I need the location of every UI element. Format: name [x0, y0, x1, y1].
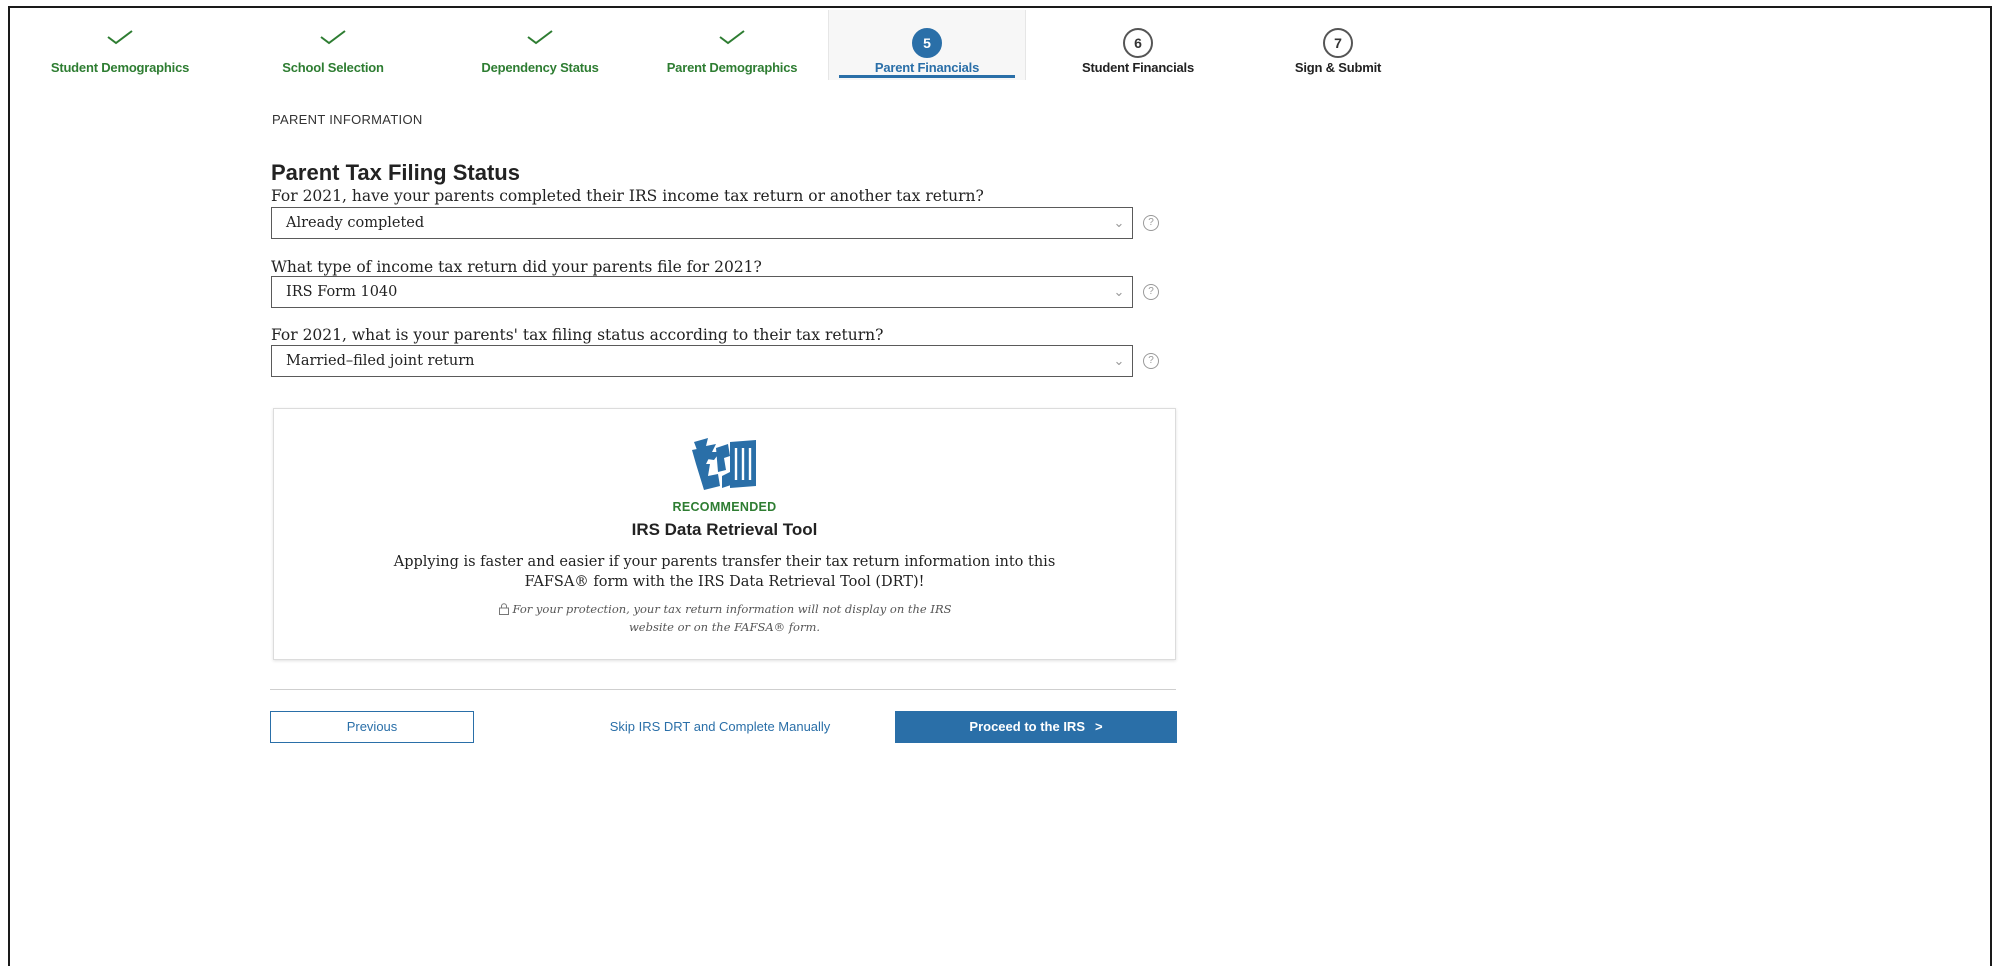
- question-label-tax-return-type: What type of income tax return did your …: [271, 258, 762, 276]
- step-number-badge: 5: [912, 28, 942, 58]
- step-sign-submit[interactable]: 7 Sign & Submit: [1238, 10, 1438, 80]
- check-icon: [20, 28, 220, 46]
- divider: [270, 689, 1176, 690]
- select-value: Married–filed joint return: [286, 353, 475, 369]
- check-icon: [632, 28, 832, 46]
- step-number-badge: 7: [1323, 28, 1353, 58]
- question-label-filing-status: For 2021, what is your parents' tax fili…: [271, 326, 884, 344]
- card-description-line: Applying is faster and easier if your pa…: [393, 554, 1056, 570]
- question-label-tax-return-completed: For 2021, have your parents completed th…: [271, 187, 984, 205]
- card-note-line: For your protection, your tax return inf…: [512, 602, 952, 616]
- card-eyebrow: RECOMMENDED: [672, 500, 777, 514]
- select-filing-status[interactable]: Married–filed joint return ⌄: [271, 345, 1133, 377]
- step-student-demographics[interactable]: Student Demographics: [20, 10, 220, 80]
- chevron-down-icon: ⌄: [1113, 215, 1125, 230]
- help-icon[interactable]: ?: [1143, 353, 1159, 369]
- select-tax-return-type[interactable]: IRS Form 1040 ⌄: [271, 276, 1133, 308]
- step-school-selection[interactable]: School Selection: [238, 10, 428, 80]
- step-parent-financials[interactable]: 5 Parent Financials: [828, 10, 1026, 80]
- step-label: Student Demographics: [50, 60, 190, 75]
- chevron-down-icon: ⌄: [1113, 353, 1125, 368]
- card-note-line: website or on the FAFSA® form.: [628, 620, 821, 634]
- step-label: Parent Demographics: [666, 60, 798, 75]
- card-title: IRS Data Retrieval Tool: [631, 520, 818, 539]
- current-step-indicator: [839, 75, 1015, 78]
- chevron-down-icon: ⌄: [1113, 284, 1125, 299]
- progress-stepper: Student Demographics School Selection De…: [10, 10, 1990, 80]
- check-icon: [238, 28, 428, 46]
- step-student-financials[interactable]: 6 Student Financials: [1038, 10, 1238, 80]
- card-description-line: FAFSA® form with the IRS Data Retrieval …: [524, 574, 925, 590]
- step-label: School Selection: [282, 60, 384, 75]
- step-label: Sign & Submit: [1294, 60, 1382, 75]
- previous-button[interactable]: Previous: [270, 711, 474, 743]
- help-icon[interactable]: ?: [1143, 284, 1159, 300]
- lock-icon: [498, 603, 510, 619]
- skip-drt-link[interactable]: Skip IRS DRT and Complete Manually: [560, 719, 880, 734]
- chevron-right-icon: >: [1094, 719, 1103, 734]
- section-eyebrow: PARENT INFORMATION: [272, 112, 423, 127]
- select-value: Already completed: [286, 215, 425, 231]
- irs-eagle-logo-icon: [690, 436, 760, 499]
- irs-drt-card: RECOMMENDED IRS Data Retrieval Tool Appl…: [273, 408, 1176, 660]
- select-value: IRS Form 1040: [286, 284, 398, 300]
- step-label: Dependency Status: [481, 60, 599, 75]
- check-icon: [440, 28, 640, 46]
- card-description: Applying is faster and easier if your pa…: [304, 552, 1145, 592]
- select-tax-return-completed[interactable]: Already completed ⌄: [271, 207, 1133, 239]
- step-label: Student Financials: [1082, 60, 1194, 75]
- step-parent-demographics[interactable]: Parent Demographics: [632, 10, 832, 80]
- proceed-label: Proceed to the IRS: [969, 719, 1085, 734]
- step-dependency-status[interactable]: Dependency Status: [440, 10, 640, 80]
- step-label: Parent Financials: [874, 60, 980, 75]
- proceed-to-irs-button[interactable]: Proceed to the IRS >: [895, 711, 1177, 743]
- help-icon[interactable]: ?: [1143, 215, 1159, 231]
- step-number-badge: 6: [1123, 28, 1153, 58]
- card-protection-note: For your protection, your tax return inf…: [454, 601, 995, 635]
- page-title: Parent Tax Filing Status: [271, 160, 520, 185]
